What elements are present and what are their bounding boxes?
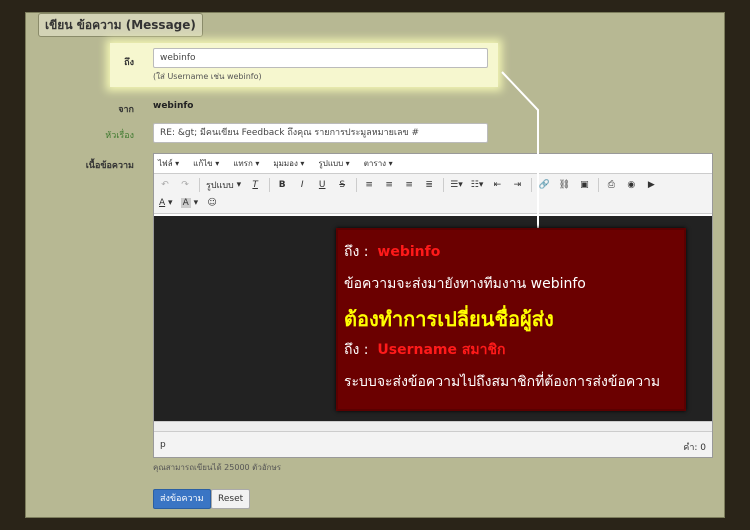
toolbar-divider bbox=[356, 178, 358, 192]
toolbar-divider bbox=[199, 178, 200, 192]
editor-statusbar: p คำ: 0 bbox=[154, 431, 712, 457]
send-button[interactable]: ส่งข้อความ bbox=[153, 489, 211, 509]
editor-toolbar: ↶ ↷ รูปแบบ ▾ T B I U S ≡ ≡ ≡ ≣ ☰▾ ☷▾ ⇤ ⇥ bbox=[154, 174, 712, 214]
to-label: ถึง bbox=[124, 58, 134, 68]
panel-title: เขียน ข้อความ (Message) bbox=[38, 13, 203, 37]
bullet-list-icon[interactable]: ☰▾ bbox=[447, 177, 466, 193]
body-label: เนื้อข้อความ bbox=[85, 161, 134, 171]
align-center-icon[interactable]: ≡ bbox=[380, 177, 398, 193]
toolbar-divider bbox=[269, 178, 271, 192]
from-value: webinfo bbox=[153, 101, 194, 111]
redo-icon[interactable]: ↷ bbox=[176, 177, 194, 193]
menu-table[interactable]: ตาราง ▾ bbox=[364, 157, 393, 170]
unlink-icon[interactable]: ⛓ bbox=[555, 177, 573, 193]
callout-line-team: ข้อความจะส่งมายังทางทีมงาน webinfo bbox=[344, 276, 586, 292]
strikethrough-icon[interactable]: S bbox=[333, 177, 351, 193]
toolbar-divider bbox=[598, 178, 600, 192]
clear-format-icon[interactable]: T bbox=[246, 177, 264, 193]
bold-icon[interactable]: B bbox=[273, 177, 291, 193]
callout-line-system: ระบบจะส่งข้อความไปถึงสมาชิกที่ต้องการส่ง… bbox=[344, 374, 661, 390]
text-color-icon[interactable]: A ▾ bbox=[156, 195, 176, 211]
align-right-icon[interactable]: ≡ bbox=[400, 177, 418, 193]
image-icon[interactable]: ▣ bbox=[575, 177, 593, 193]
preview-icon[interactable]: ◉ bbox=[622, 177, 640, 193]
menu-insert[interactable]: แทรก ▾ bbox=[233, 157, 259, 170]
background-color-icon[interactable]: A ▾ bbox=[178, 195, 202, 211]
format-dropdown[interactable]: รูปแบบ ▾ bbox=[203, 177, 244, 193]
italic-icon[interactable]: I bbox=[293, 177, 311, 193]
menu-view[interactable]: มุมมอง ▾ bbox=[273, 157, 304, 170]
word-count: คำ: 0 bbox=[683, 443, 706, 453]
callout-connector bbox=[501, 71, 539, 228]
to-hint: (ใส่ Username เช่น webinfo) bbox=[153, 72, 262, 81]
align-justify-icon[interactable]: ≣ bbox=[420, 177, 438, 193]
menu-file[interactable]: ไฟล์ ▾ bbox=[158, 157, 179, 170]
to-input[interactable]: webinfo bbox=[153, 48, 488, 68]
element-path: p bbox=[160, 440, 166, 450]
callout-line-to: ถึง : webinfo bbox=[344, 244, 441, 260]
callout-line-to-member: ถึง : Username สมาชิก bbox=[344, 342, 506, 358]
toolbar-divider bbox=[443, 178, 445, 192]
print-icon[interactable]: ⎙ bbox=[602, 177, 620, 193]
subject-input[interactable]: RE: &gt; มีคนเขียน Feedback ถึงคุณ รายกา… bbox=[153, 123, 488, 143]
horizontal-scrollbar[interactable] bbox=[154, 421, 712, 431]
instruction-callout: ถึง : webinfo ข้อความจะส่งมายังทางทีมงาน… bbox=[336, 228, 686, 411]
char-limit-note: คุณสามารถเขียนได้ 25000 ตัวอักษร bbox=[153, 463, 282, 472]
editor-menubar: ไฟล์ ▾ แก้ไข ▾ แทรก ▾ มุมมอง ▾ รูปแบบ ▾ … bbox=[154, 154, 712, 174]
align-left-icon[interactable]: ≡ bbox=[360, 177, 378, 193]
menu-format[interactable]: รูปแบบ ▾ bbox=[318, 157, 349, 170]
underline-icon[interactable]: U bbox=[313, 177, 331, 193]
undo-icon[interactable]: ↶ bbox=[156, 177, 174, 193]
subject-label: หัวเรื่อง bbox=[105, 131, 134, 141]
reset-button[interactable]: Reset bbox=[211, 489, 251, 509]
emoticon-icon[interactable]: ☺ bbox=[203, 195, 221, 211]
menu-edit[interactable]: แก้ไข ▾ bbox=[193, 157, 219, 170]
from-label: จาก bbox=[118, 105, 134, 115]
media-icon[interactable]: ▶ bbox=[642, 177, 660, 193]
numbered-list-icon[interactable]: ☷▾ bbox=[468, 177, 487, 193]
callout-line-change-sender: ต้องทำการเปลี่ยนชื่อผู้ส่ง bbox=[344, 307, 554, 331]
